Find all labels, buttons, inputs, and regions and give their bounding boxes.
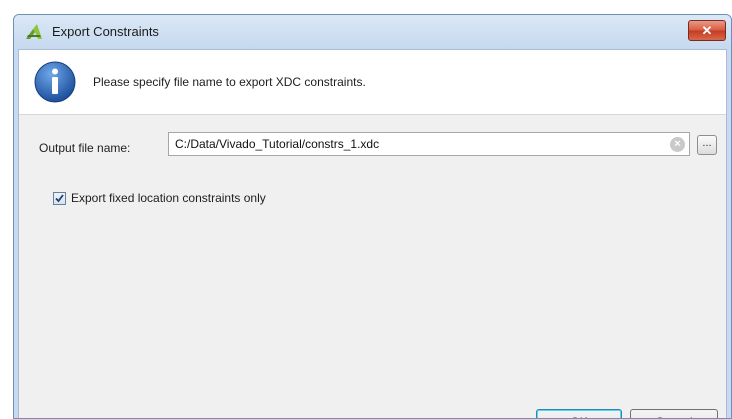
vivado-logo-icon xyxy=(26,24,42,39)
ok-button[interactable]: OK xyxy=(536,409,622,418)
title-bar[interactable]: Export Constraints ✕ xyxy=(14,15,731,49)
output-file-label: Output file name: xyxy=(39,141,131,155)
header-message: Please specify file name to export XDC c… xyxy=(93,75,366,89)
output-file-field[interactable]: × xyxy=(168,132,690,156)
export-fixed-checkbox[interactable] xyxy=(53,192,66,205)
cancel-button[interactable]: Cancel xyxy=(630,409,718,418)
checkmark-icon xyxy=(55,194,64,203)
browse-button[interactable]: ... xyxy=(697,135,717,155)
export-fixed-label[interactable]: Export fixed location constraints only xyxy=(71,191,266,205)
window-title: Export Constraints xyxy=(52,24,159,39)
header-panel: Please specify file name to export XDC c… xyxy=(19,50,726,115)
output-file-input[interactable] xyxy=(169,133,655,155)
close-button[interactable]: ✕ xyxy=(688,20,726,41)
clear-icon[interactable]: × xyxy=(670,137,685,152)
export-constraints-dialog: Export Constraints ✕ Please specify file… xyxy=(13,14,732,419)
info-icon xyxy=(34,61,76,103)
dialog-body: Please specify file name to export XDC c… xyxy=(18,49,727,418)
